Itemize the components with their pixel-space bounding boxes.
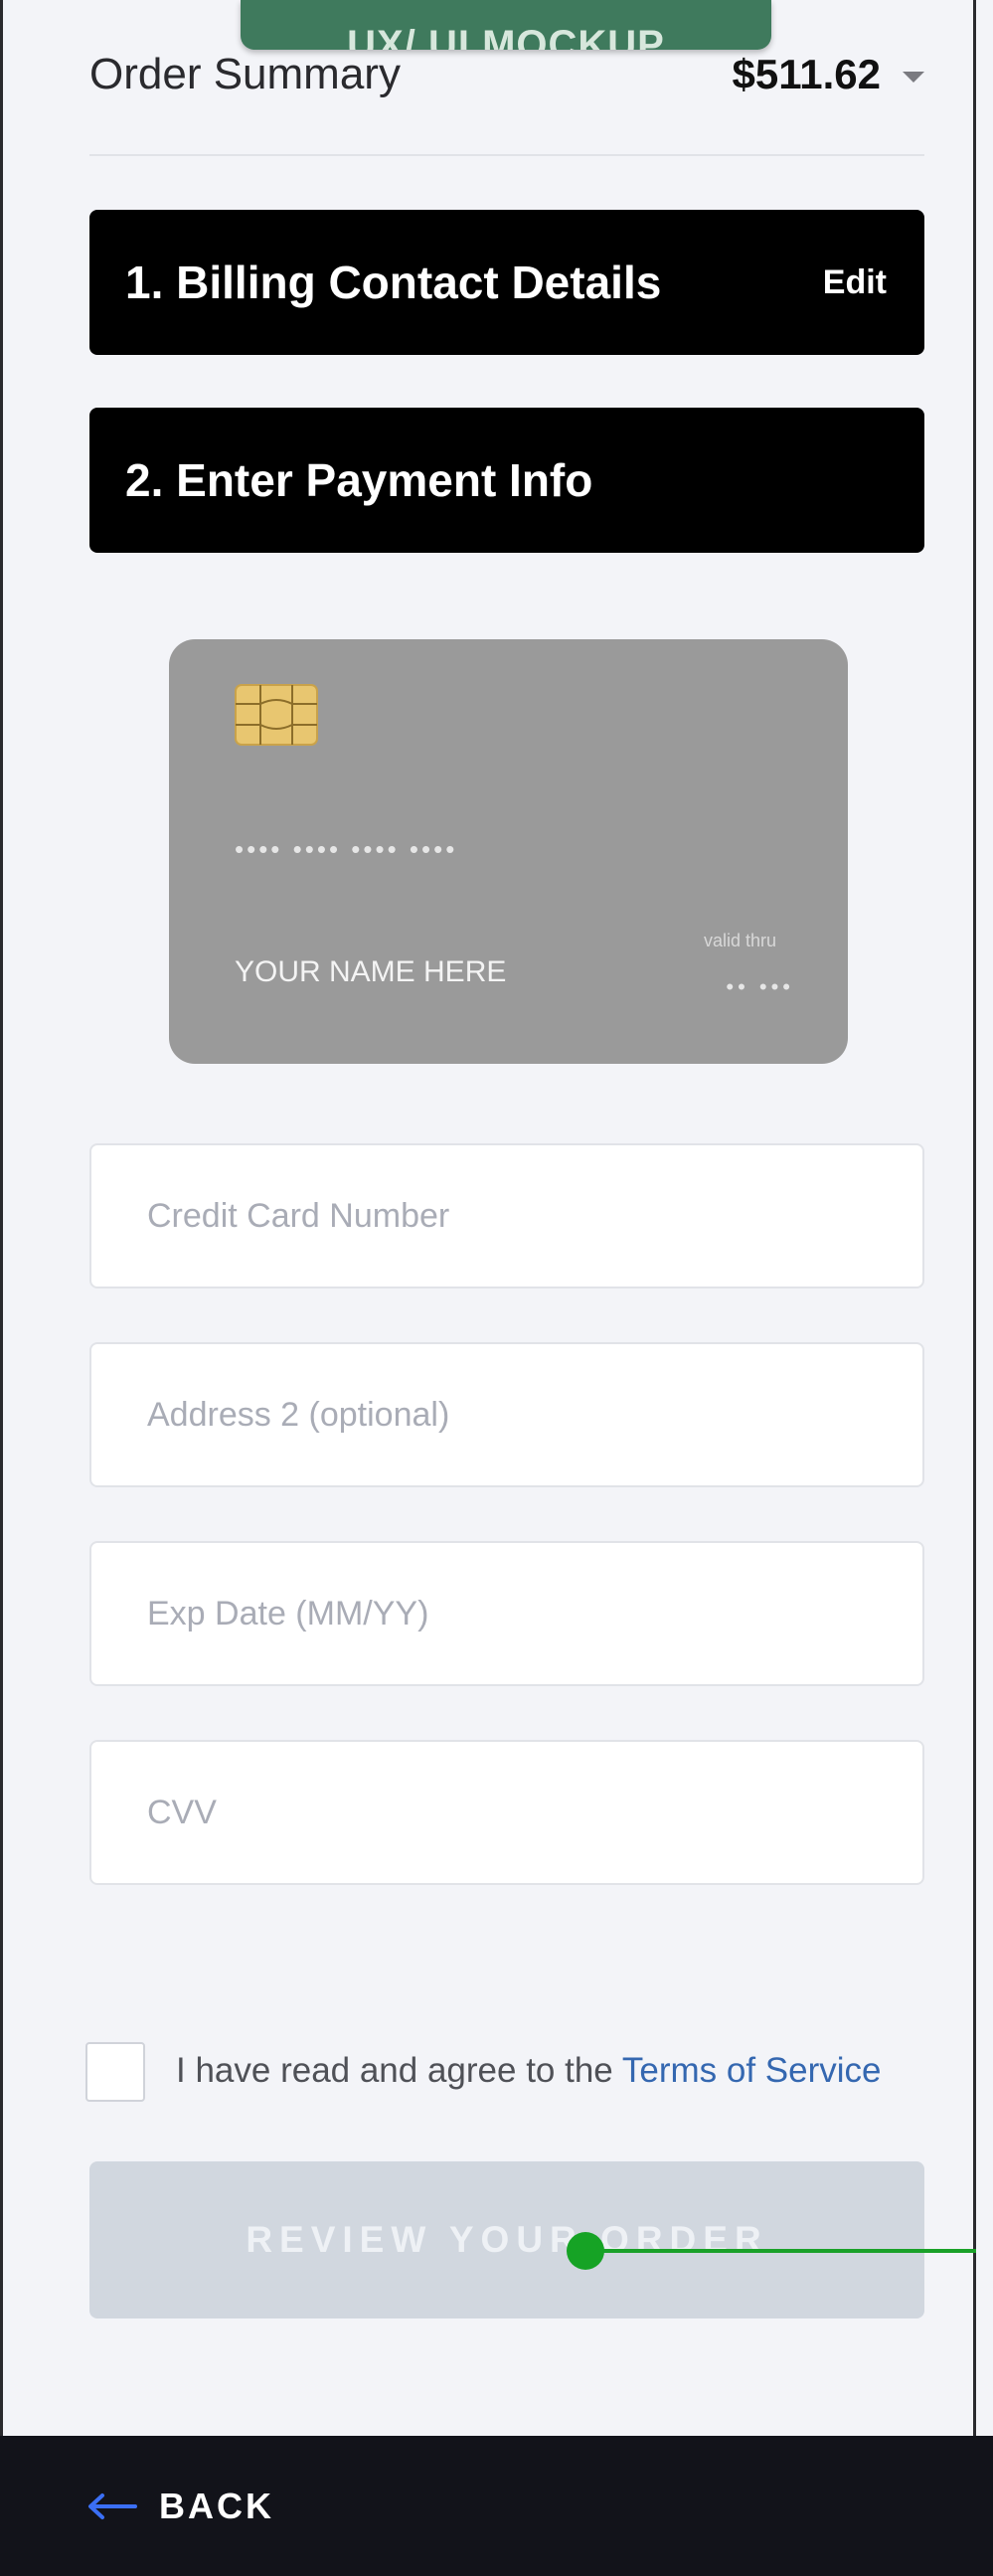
card-expiry-mask: •• ••• <box>726 974 794 999</box>
order-summary-total: $511.62 <box>732 51 924 98</box>
address-2-input[interactable] <box>145 1394 922 1436</box>
credit-card-number-field[interactable] <box>89 1143 924 1288</box>
chevron-down-icon <box>903 71 924 83</box>
review-order-label: REVIEW YOUR ORDER <box>246 2219 768 2260</box>
terms-agreement: I have read and agree to the Terms of Se… <box>176 2051 882 2091</box>
cvv-input[interactable] <box>145 1792 922 1833</box>
edit-billing-button[interactable]: Edit <box>823 263 887 302</box>
footer-bar: BACK <box>0 2436 993 2576</box>
terms-text: I have read and agree to the <box>176 2051 622 2090</box>
divider <box>89 154 924 156</box>
order-total-amount: $511.62 <box>732 51 881 97</box>
arrow-left-icon[interactable] <box>87 2492 137 2520</box>
card-chip-icon <box>235 684 318 746</box>
card-number-mask: •••• •••• •••• •••• <box>235 834 458 864</box>
step-payment-title: 2. Enter Payment Info <box>125 454 593 506</box>
card-holder-name: YOUR NAME HERE <box>235 955 507 988</box>
step-billing-title: 1. Billing Contact Details <box>125 257 662 308</box>
exp-date-field[interactable] <box>89 1541 924 1686</box>
terms-of-service-link[interactable]: Terms of Service <box>622 2051 882 2090</box>
order-summary-toggle[interactable]: Order Summary $511.62 <box>89 40 924 109</box>
credit-card-preview: •••• •••• •••• •••• YOUR NAME HERE valid… <box>169 639 848 1064</box>
valid-thru-label: valid thru <box>703 931 776 950</box>
cvv-field[interactable] <box>89 1740 924 1885</box>
review-order-button[interactable]: REVIEW YOUR ORDER <box>89 2161 924 2318</box>
address-2-field[interactable] <box>89 1342 924 1487</box>
terms-checkbox[interactable] <box>85 2042 145 2102</box>
step-payment-info: 2. Enter Payment Info <box>89 408 924 553</box>
annotation-marker-dot <box>567 2232 604 2270</box>
annotation-connector-line <box>584 2249 976 2253</box>
credit-card-number-input[interactable] <box>145 1195 922 1237</box>
step-billing-contact[interactable]: 1. Billing Contact Details Edit <box>89 210 924 355</box>
back-button[interactable]: BACK <box>159 2486 274 2527</box>
order-summary-label: Order Summary <box>89 50 401 98</box>
exp-date-input[interactable] <box>145 1593 922 1634</box>
